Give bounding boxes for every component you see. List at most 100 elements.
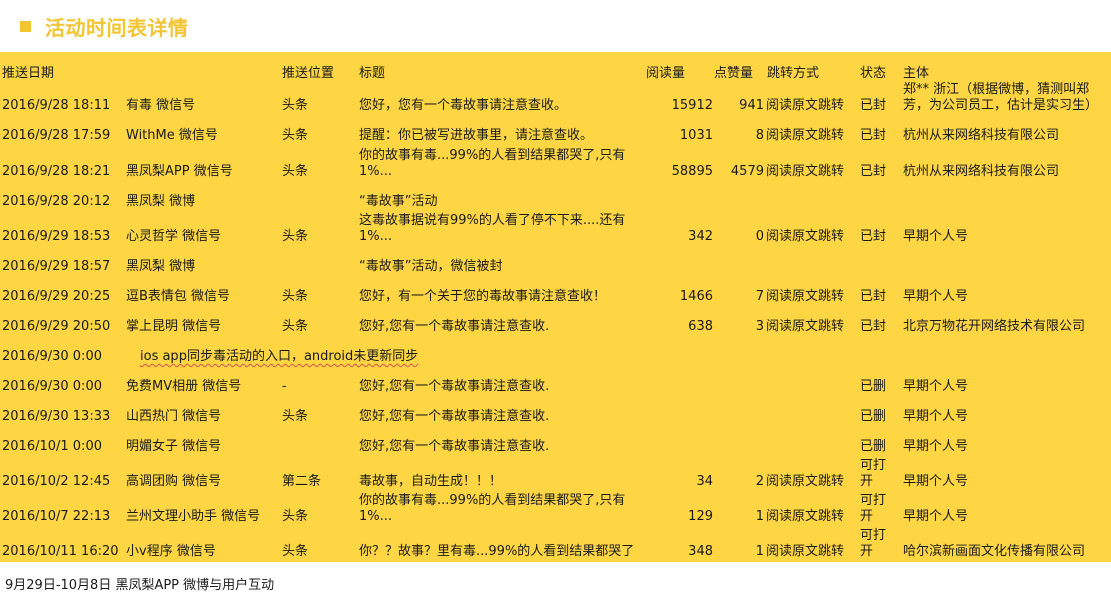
cell-subject: 哈尔滨新画面文化传播有限公司 [903,544,1086,559]
cell-headline: 您好，有一个关于您的毒故事请注意查收！ [359,289,607,304]
cell-position: 第二条 [282,474,322,489]
cell-account: 黑凤梨 微博 [126,194,196,209]
table-row: 2016/10/1 0:00 明媚女子 微信号 您好,您有一个毒故事请注意查收. 已删… [0,425,1111,455]
cell-likes: 1 [755,544,764,559]
cell-status: 已封 [860,164,887,179]
header-jump: 跳转方式 [767,66,820,81]
header-likes: 点赞量 [714,66,754,81]
cell-position: 头条 [282,229,309,244]
cell-account: 掌上昆明 微信号 [126,319,222,334]
cell-likes: 3 [755,319,764,334]
cell-date: 2016/10/1 0:00 [2,439,102,454]
cell-reads: 34 [696,474,713,489]
table-row: 2016/9/29 18:53 心灵哲学 微信号 头条 这毒故事据说有99%的人看了停… [0,210,1111,245]
table-row: 2016/9/29 20:50 掌上昆明 微信号 头条 您好,您有一个毒故事请注意查收… [0,305,1111,335]
cell-status: 可打开 [860,528,887,559]
cell-position: 头条 [282,289,309,304]
page-header: 活动时间表详情 [20,10,189,42]
header-status: 状态 [860,66,887,81]
cell-status: 已封 [860,229,887,244]
cell-status: 已封 [860,319,887,334]
cell-position: 头条 [282,409,309,424]
cell-status: 已删 [860,409,887,424]
cell-reads: 15912 [671,98,713,113]
cell-subject: 郑** 浙江（根据微博，猜测叫郑芳，为公司员工，估计是实习生） [903,82,1099,113]
cell-subject: 早期个人号 [903,474,969,489]
cell-headline: 提醒：你已被写进故事里，请注意查收。 [359,128,594,143]
cell-account: 免费MV相册 微信号 [126,379,242,394]
cell-jump: 阅读原文跳转 [766,544,845,559]
cell-headline: 你？？故事？里有毒...99%的人看到结果都哭了 [359,544,635,559]
cell-date: 2016/9/28 17:59 [2,128,111,143]
cell-jump: 阅读原文跳转 [766,128,845,143]
cell-position: 头条 [282,128,309,143]
cell-position: 头条 [282,164,309,179]
cell-subject: 杭州从来网络科技有限公司 [903,128,1060,143]
cell-note: ios app同步毒活动的入口，android未更新同步 [140,349,419,364]
cell-jump: 阅读原文跳转 [766,229,845,244]
cell-position: 头条 [282,98,309,113]
table-row: 2016/9/30 0:00 ios app同步毒活动的入口，android未更新… [0,335,1111,365]
cell-date: 2016/9/28 18:21 [2,164,111,179]
cell-likes: 2 [755,474,764,489]
table-row: 2016/10/11 16:20 小v程序 微信号 头条 你？？故事？里有毒...99… [0,525,1111,560]
cell-date: 2016/9/30 0:00 [2,349,102,364]
cell-subject: 杭州从来网络科技有限公司 [903,164,1060,179]
header-subject: 主体 [903,66,930,81]
cell-date: 2016/10/7 22:13 [2,509,111,524]
cell-subject: 早期个人号 [903,439,969,454]
cell-date: 2016/10/2 12:45 [2,474,111,489]
cell-position: - [282,379,287,394]
cell-subject: 早期个人号 [903,409,969,424]
cell-headline: “毒故事”活动 [359,194,438,209]
cell-likes: 8 [755,128,764,143]
cell-account: 黑凤梨APP 微信号 [126,164,233,179]
cell-headline: 这毒故事据说有99%的人看了停不下来....还有1%... [359,213,626,244]
cell-date: 2016/9/29 20:25 [2,289,111,304]
table-header-row: 推送日期 推送位置 标题 阅读量 点赞量 跳转方式 状态 主体 [0,52,1111,82]
page-title: 活动时间表详情 [45,15,189,40]
cell-likes: 941 [739,98,764,113]
footer-note: 9月29日-10月8日 黑凤梨APP 微博与用户互动 [5,578,275,593]
cell-position: 头条 [282,319,309,334]
cell-headline: 您好,您有一个毒故事请注意查收. [359,439,550,454]
cell-headline: 你的故事有毒...99%的人看到结果都哭了,只有1%... [359,493,626,524]
table-row: 2016/9/28 17:59 WithMe 微信号 头条 提醒：你已被写进故事里，请… [0,114,1111,144]
cell-status: 已封 [860,128,887,143]
table-row: 2016/9/30 0:00 免费MV相册 微信号 - 您好,您有一个毒故事请注意查收… [0,365,1111,395]
cell-date: 2016/9/30 13:33 [2,409,111,424]
cell-subject: 早期个人号 [903,379,969,394]
cell-account: 高调团购 微信号 [126,474,222,489]
cell-headline: 你的故事有毒...99%的人看到结果都哭了,只有1%... [359,148,626,179]
cell-position: 头条 [282,509,309,524]
cell-status: 可打开 [860,458,887,489]
cell-headline: 您好,您有一个毒故事请注意查收. [359,409,550,424]
cell-likes: 1 [755,509,764,524]
cell-date: 2016/9/29 18:57 [2,259,111,274]
cell-account: 有毒 微信号 [126,98,196,113]
cell-account: 黑凤梨 微博 [126,259,196,274]
cell-subject: 北京万物花开网络技术有限公司 [903,319,1086,334]
table-row: 2016/9/28 18:21 黑凤梨APP 微信号 头条 你的故事有毒...99%的… [0,144,1111,180]
cell-status: 已封 [860,98,887,113]
cell-reads: 58895 [671,164,713,179]
cell-jump: 阅读原文跳转 [766,474,845,489]
cell-status: 可打开 [860,493,887,524]
cell-likes: 7 [755,289,764,304]
cell-likes: 4579 [730,164,764,179]
header-position: 推送位置 [282,66,335,81]
cell-date: 2016/9/29 20:50 [2,319,111,334]
cell-jump: 阅读原文跳转 [766,98,845,113]
cell-account: 心灵哲学 微信号 [126,229,222,244]
header-reads: 阅读量 [646,66,686,81]
table-row: 2016/10/7 22:13 兰州文理小助手 微信号 头条 你的故事有毒...99%… [0,490,1111,525]
cell-status: 已删 [860,439,887,454]
table-row: 2016/10/2 12:45 高调团购 微信号 第二条 毒故事，自动生成！！！ 34 2… [0,455,1111,490]
cell-subject: 早期个人号 [903,229,969,244]
cell-account: 兰州文理小助手 微信号 [126,509,261,524]
cell-date: 2016/9/29 18:53 [2,229,111,244]
cell-reads: 342 [688,229,713,244]
cell-reads: 348 [688,544,713,559]
cell-jump: 阅读原文跳转 [766,164,845,179]
cell-date: 2016/9/28 18:11 [2,98,111,113]
